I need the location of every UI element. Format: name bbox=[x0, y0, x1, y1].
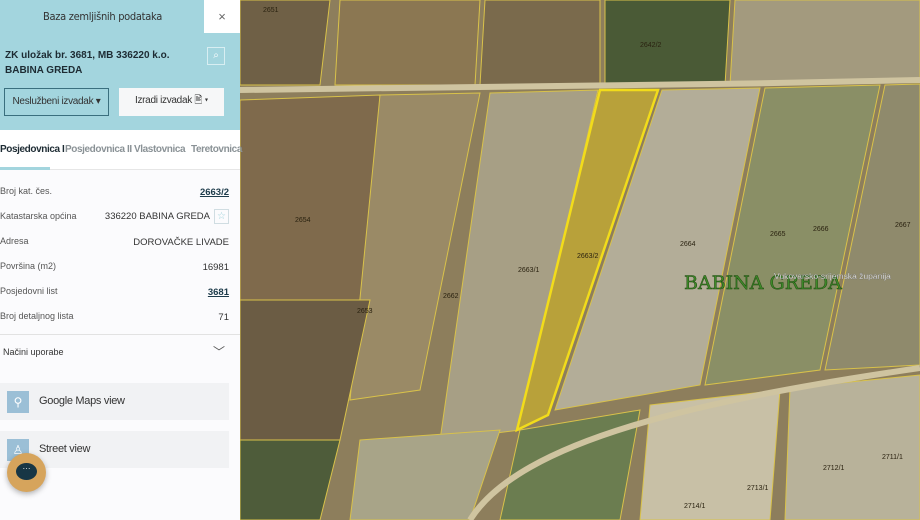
parcel-label: 2667 bbox=[895, 222, 911, 229]
row-value: 71 bbox=[218, 312, 229, 323]
close-button[interactable]: × bbox=[204, 0, 240, 33]
side-panel: Baza zemljišnih podataka × ZK uložak br.… bbox=[0, 0, 242, 520]
row-label: Katastarska općina bbox=[0, 211, 77, 221]
chat-button[interactable]: ··· bbox=[7, 453, 46, 492]
parcel-label: 2666 bbox=[813, 226, 829, 233]
parcel-label: 2663/2 bbox=[577, 253, 599, 260]
row-value: DOROVAČKE LIVADE bbox=[133, 237, 229, 248]
tabs: Posjedovnica I Posjedovnica II Vlastovni… bbox=[0, 130, 242, 170]
divider bbox=[0, 334, 240, 335]
map-pin-icon: ⚲ bbox=[7, 391, 29, 413]
google-maps-label: Google Maps view bbox=[39, 395, 125, 407]
record-title: ZK uložak br. 3681, MB 336220 k.o. BABIN… bbox=[5, 50, 170, 76]
parcel-label: 2642/2 bbox=[640, 42, 662, 49]
tab-posjedovnica-1[interactable]: Posjedovnica I bbox=[0, 144, 65, 155]
parcel-label: 2711/1 bbox=[882, 454, 903, 461]
chevron-down-icon[interactable]: ﹀ bbox=[213, 343, 225, 360]
chat-bubble-icon: ··· bbox=[16, 463, 37, 480]
star-icon[interactable]: ☆ bbox=[214, 209, 229, 224]
parcel-label: 2651 bbox=[263, 7, 279, 14]
parcel-label: 2664 bbox=[680, 241, 696, 248]
parcel-label: 2713/1 bbox=[747, 485, 769, 492]
possession-list-link[interactable]: 3681 bbox=[208, 287, 229, 298]
map-view[interactable]: 2651 2642/2 2654 2653 2662 2663/1 2663/2… bbox=[240, 0, 920, 520]
row-label: Površina (m2) bbox=[0, 261, 57, 271]
county-label: Vukovarsko-srijemska županija bbox=[774, 271, 891, 281]
row-label: Posjedovni list bbox=[0, 286, 58, 296]
search-icon[interactable]: ⌕ bbox=[207, 47, 225, 65]
parcel-label: 2665 bbox=[770, 231, 786, 238]
parcel-label: 2712/1 bbox=[823, 465, 845, 472]
row-value: 16981 bbox=[202, 262, 229, 273]
tab-teretovnica[interactable]: Teretovnica bbox=[191, 144, 242, 155]
app-title: Baza zemljišnih podataka bbox=[42, 10, 163, 23]
row-label: Broj kat. čes. bbox=[0, 186, 53, 196]
parcel-label: 2654 bbox=[295, 217, 311, 224]
parcel-label: 2662 bbox=[443, 293, 459, 300]
usage-methods-toggle[interactable]: Načini uporabe bbox=[3, 347, 64, 357]
parcel-label: 2663/1 bbox=[518, 267, 540, 274]
row-label: Broj detaljnog lista bbox=[0, 311, 74, 321]
create-extract-button[interactable]: Izradi izvadak 🖹 ▾ bbox=[119, 88, 224, 116]
active-tab-indicator bbox=[0, 167, 50, 170]
parcel-number-link[interactable]: 2663/2 bbox=[200, 187, 229, 198]
unofficial-extract-button[interactable]: Neslužbeni izvadak ▾ bbox=[4, 88, 109, 116]
street-view-label: Street view bbox=[39, 443, 91, 455]
row-label: Adresa bbox=[0, 236, 29, 246]
tab-posjedovnica-2[interactable]: Posjedovnica II bbox=[65, 144, 132, 155]
panel-header: Baza zemljišnih podataka × ZK uložak br.… bbox=[0, 0, 240, 130]
google-maps-view-button[interactable]: ⚲ Google Maps view bbox=[0, 383, 229, 420]
parcel-label: 2653 bbox=[357, 308, 373, 315]
row-value: 336220 BABINA GREDA bbox=[104, 211, 210, 223]
parcel-label: 2714/1 bbox=[684, 503, 706, 510]
tab-vlastovnica[interactable]: Vlastovnica bbox=[134, 144, 186, 155]
